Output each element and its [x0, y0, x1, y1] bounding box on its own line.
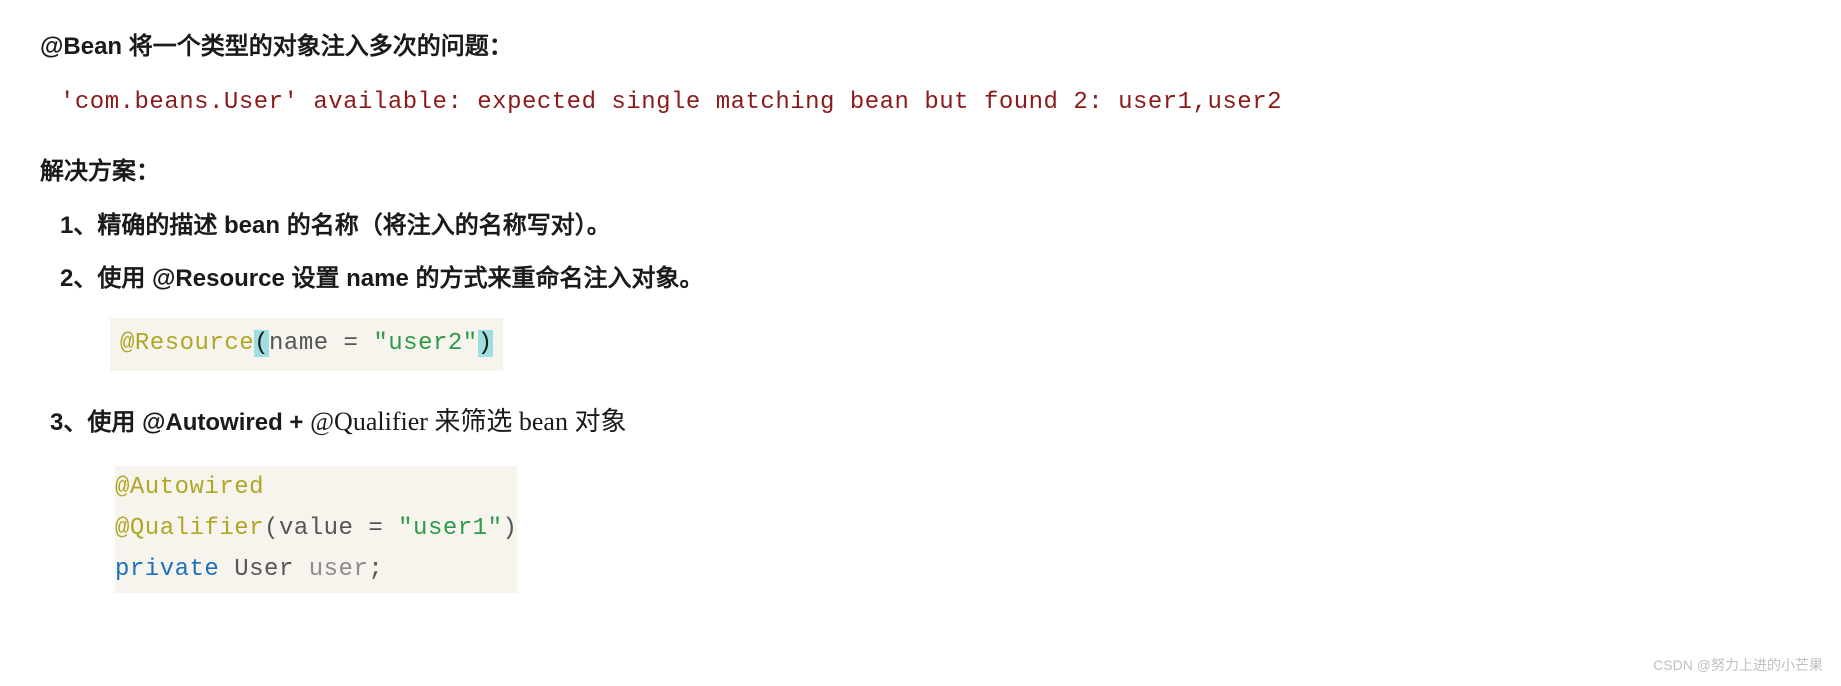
paren-close: ) — [502, 515, 517, 542]
error-message: 'com.beans.User' available: expected sin… — [60, 84, 1801, 122]
annotation-qualifier: @Qualifier — [115, 515, 264, 542]
code-block-autowired: @Autowired @Qualifier(value = "user1") p… — [115, 466, 517, 592]
identifier-user: user — [309, 556, 369, 583]
solution-item-3: 3、使用 @Autowired + @Qualifier 来筛选 bean 对象 — [50, 401, 1801, 443]
string-literal-user1: "user1" — [398, 515, 502, 542]
highlight-paren-close: ) — [478, 330, 493, 357]
code-block-resource: @Resource(name = "user2") — [110, 318, 503, 371]
type-user: User — [219, 556, 308, 583]
watermark-text: CSDN @努力上进的小芒果 — [1653, 654, 1823, 676]
page-title: @Bean 将一个类型的对象注入多次的问题： — [40, 28, 1801, 66]
keyword-private: private — [115, 556, 219, 583]
semicolon: ; — [368, 556, 383, 583]
string-literal: "user2" — [373, 330, 477, 357]
highlight-paren-open: ( — [254, 330, 269, 357]
arg-name-text: name = — [269, 330, 373, 357]
solution-item-2: 2、使用 @Resource 设置 name 的方式来重命名注入对象。 — [60, 260, 1801, 298]
solution-item-1: 1、精确的描述 bean 的名称（将注入的名称写对）。 — [60, 207, 1801, 245]
paren-open: ( — [264, 515, 279, 542]
annotation-text: @Resource — [120, 330, 254, 357]
annotation-autowired: @Autowired — [115, 474, 264, 501]
sol3-prefix: 3、使用 @Autowired + — [50, 409, 310, 436]
solutions-heading: 解决方案： — [40, 153, 1801, 191]
sol3-rest: @Qualifier 来筛选 bean 对象 — [310, 407, 626, 436]
arg-value-text: value = — [279, 515, 398, 542]
